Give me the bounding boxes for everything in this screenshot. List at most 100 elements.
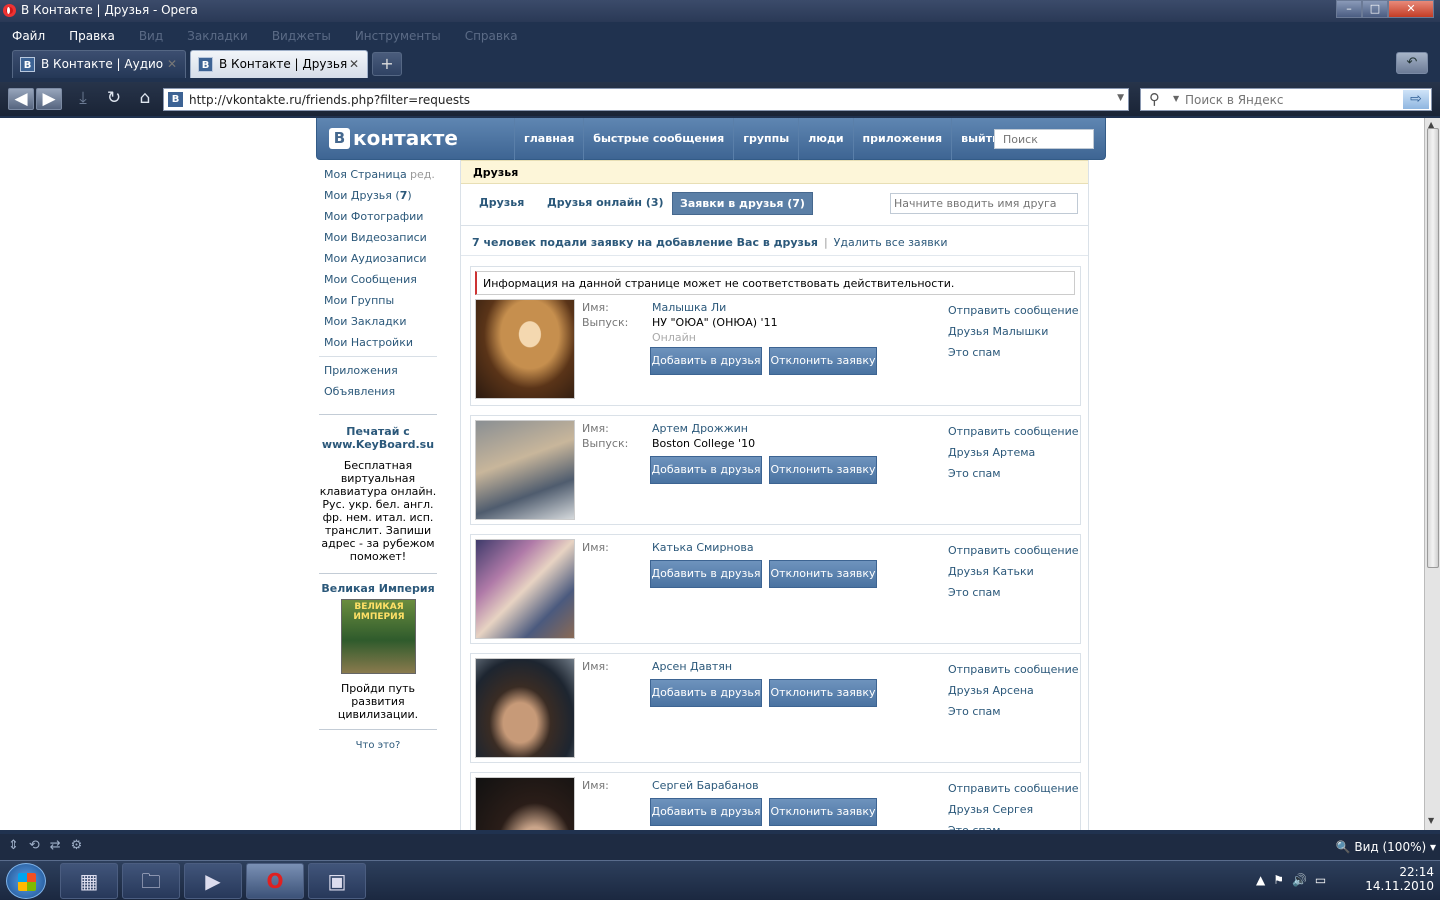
avatar[interactable] [475, 777, 575, 830]
request-name-link[interactable]: Арсен Давтян [652, 660, 732, 673]
edit-link[interactable]: ред. [410, 168, 435, 181]
menu-widgets[interactable]: Виджеты [260, 26, 343, 46]
sidebar-item-my-settings[interactable]: Мои Настройки [319, 332, 437, 353]
sidebar-item-apps[interactable]: Приложения [319, 360, 437, 381]
request-name-link[interactable]: Артем Дрожжин [652, 422, 748, 435]
sidebar-item-my-audio[interactable]: Мои Аудиозаписи [319, 248, 437, 269]
tab-friends-online[interactable]: Друзья онлайн (3) [540, 192, 671, 215]
decline-request-button[interactable]: Отклонить заявку [769, 456, 877, 484]
mutual-friends-link[interactable]: Друзья Арсена [948, 684, 1034, 697]
mutual-friends-link[interactable]: Друзья Малышки [948, 325, 1048, 338]
nav-people[interactable]: люди [798, 118, 852, 160]
vk-search-input[interactable] [994, 129, 1094, 149]
send-message-link[interactable]: Отправить сообщение [948, 304, 1079, 317]
what-is-this-link[interactable]: Что это? [319, 740, 437, 751]
trash-can-icon[interactable]: ↶ [1396, 52, 1428, 74]
send-message-link[interactable]: Отправить сообщение [948, 663, 1079, 676]
avatar[interactable] [475, 420, 575, 520]
taskbar-network-icon[interactable]: ▣ [308, 863, 366, 899]
scroll-down-icon[interactable]: ▼ [1428, 816, 1434, 825]
close-tab-icon[interactable]: ✕ [349, 57, 359, 71]
start-button[interactable] [6, 863, 46, 899]
close-tab-icon[interactable]: ✕ [167, 57, 177, 71]
add-friend-button[interactable]: Добавить в друзья [650, 560, 762, 588]
taskbar-explorer-icon[interactable]: ▦ [60, 863, 118, 899]
avatar[interactable] [475, 539, 575, 639]
menu-file[interactable]: Файл [0, 26, 57, 46]
download-icon[interactable]: ⤓ [70, 88, 96, 110]
report-spam-link[interactable]: Это спам [948, 467, 1001, 480]
tab-friend-requests[interactable]: Заявки в друзья (7) [672, 192, 813, 215]
zoom-control[interactable]: 🔍 Вид (100%) ▾ [1336, 840, 1436, 854]
report-spam-link[interactable]: Это спам [948, 824, 1001, 830]
friend-filter-input[interactable] [890, 193, 1078, 214]
add-friend-button[interactable]: Добавить в друзья [650, 456, 762, 484]
add-friend-button[interactable]: Добавить в друзья [650, 679, 762, 707]
sidebar-item-my-messages[interactable]: Мои Сообщения [319, 269, 437, 290]
decline-request-button[interactable]: Отклонить заявку [769, 679, 877, 707]
taskbar-opera-icon[interactable]: O [246, 863, 304, 899]
send-message-link[interactable]: Отправить сообщение [948, 782, 1079, 795]
add-friend-button[interactable]: Добавить в друзья [650, 347, 762, 375]
report-spam-link[interactable]: Это спам [948, 346, 1001, 359]
chevron-down-icon[interactable]: ▼ [1173, 94, 1179, 103]
clock[interactable]: 22:14 14.11.2010 [1365, 865, 1434, 893]
promo-image[interactable]: ВЕЛИКАЯ ИМПЕРИЯ [340, 599, 416, 674]
mutual-friends-link[interactable]: Друзья Сергея [948, 803, 1033, 816]
new-tab-button[interactable]: + [372, 52, 402, 76]
sidebar-item-my-friends[interactable]: Мои Друзья (7) [319, 185, 437, 206]
promo-empire[interactable]: Великая Империя ВЕЛИКАЯ ИМПЕРИЯ Пройди п… [319, 582, 437, 721]
web-search-input[interactable] [1185, 91, 1401, 109]
menu-help[interactable]: Справка [453, 26, 530, 46]
report-spam-link[interactable]: Это спам [948, 586, 1001, 599]
sidebar-item-my-photos[interactable]: Мои Фотографии [319, 206, 437, 227]
avatar[interactable] [475, 299, 575, 399]
nav-quick-messages[interactable]: быстрые сообщения [583, 118, 733, 160]
close-button[interactable]: ✕ [1388, 0, 1434, 18]
status-icons[interactable]: ⇕⟲⇄⚙ [8, 838, 92, 853]
web-search-field[interactable]: ⚲ ▼ ⇨ [1140, 88, 1432, 111]
request-name-link[interactable]: Катька Смирнова [652, 541, 754, 554]
back-icon[interactable]: ◀ [8, 88, 34, 110]
sidebar-item-my-groups[interactable]: Мои Группы [319, 290, 437, 311]
menu-bookmarks[interactable]: Закладки [175, 26, 260, 46]
search-go-icon[interactable]: ⇨ [1403, 90, 1429, 109]
promo-title[interactable]: Великая Империя [319, 582, 437, 595]
taskbar-folder-icon[interactable]: 🗀 [122, 863, 180, 899]
scrollbar-thumb[interactable] [1427, 128, 1439, 568]
vertical-scrollbar[interactable]: ▲ ▼ [1424, 118, 1440, 830]
search-icon[interactable]: ⚲ [1149, 90, 1160, 108]
avatar[interactable] [475, 658, 575, 758]
reload-icon[interactable]: ↻ [101, 88, 127, 110]
promo-keyboard[interactable]: Печатай с www.KeyBoard.su Бесплатная вир… [319, 425, 437, 563]
nav-home[interactable]: главная [514, 118, 583, 160]
minimize-button[interactable]: – [1336, 0, 1362, 18]
sidebar-item-my-videos[interactable]: Мои Видеозаписи [319, 227, 437, 248]
decline-request-button[interactable]: Отклонить заявку [769, 798, 877, 826]
home-icon[interactable]: ⌂ [132, 88, 158, 110]
tray-icons[interactable]: ▲⚑🔊▭ [1256, 873, 1334, 887]
sidebar-item-my-bookmarks[interactable]: Мои Закладки [319, 311, 437, 332]
decline-request-button[interactable]: Отклонить заявку [769, 560, 877, 588]
tab-friends-all[interactable]: Друзья [472, 192, 531, 215]
report-spam-link[interactable]: Это спам [948, 705, 1001, 718]
nav-groups[interactable]: группы [733, 118, 798, 160]
promo-title[interactable]: Печатай с www.KeyBoard.su [319, 425, 437, 451]
chevron-down-icon[interactable]: ▼ [1117, 93, 1124, 103]
send-message-link[interactable]: Отправить сообщение [948, 425, 1079, 438]
vk-logo[interactable]: B контакте [329, 126, 458, 150]
address-field[interactable]: B http://vkontakte.ru/friends.php?filter… [163, 88, 1129, 111]
requests-count-text[interactable]: 7 человек подали заявку на добавление Ва… [472, 236, 818, 249]
forward-icon[interactable]: ▶ [36, 88, 62, 110]
request-name-link[interactable]: Малышка Ли [652, 301, 726, 314]
maximize-button[interactable]: □ [1362, 0, 1388, 18]
mutual-friends-link[interactable]: Друзья Катьки [948, 565, 1034, 578]
send-message-link[interactable]: Отправить сообщение [948, 544, 1079, 557]
menu-view[interactable]: Вид [127, 26, 175, 46]
sidebar-item-my-page[interactable]: Моя Страница ред. [319, 164, 437, 185]
decline-request-button[interactable]: Отклонить заявку [769, 347, 877, 375]
taskbar-media-player-icon[interactable]: ▶ [184, 863, 242, 899]
nav-apps[interactable]: приложения [852, 118, 952, 160]
address-url[interactable]: http://vkontakte.ru/friends.php?filter=r… [189, 93, 470, 107]
add-friend-button[interactable]: Добавить в друзья [650, 798, 762, 826]
